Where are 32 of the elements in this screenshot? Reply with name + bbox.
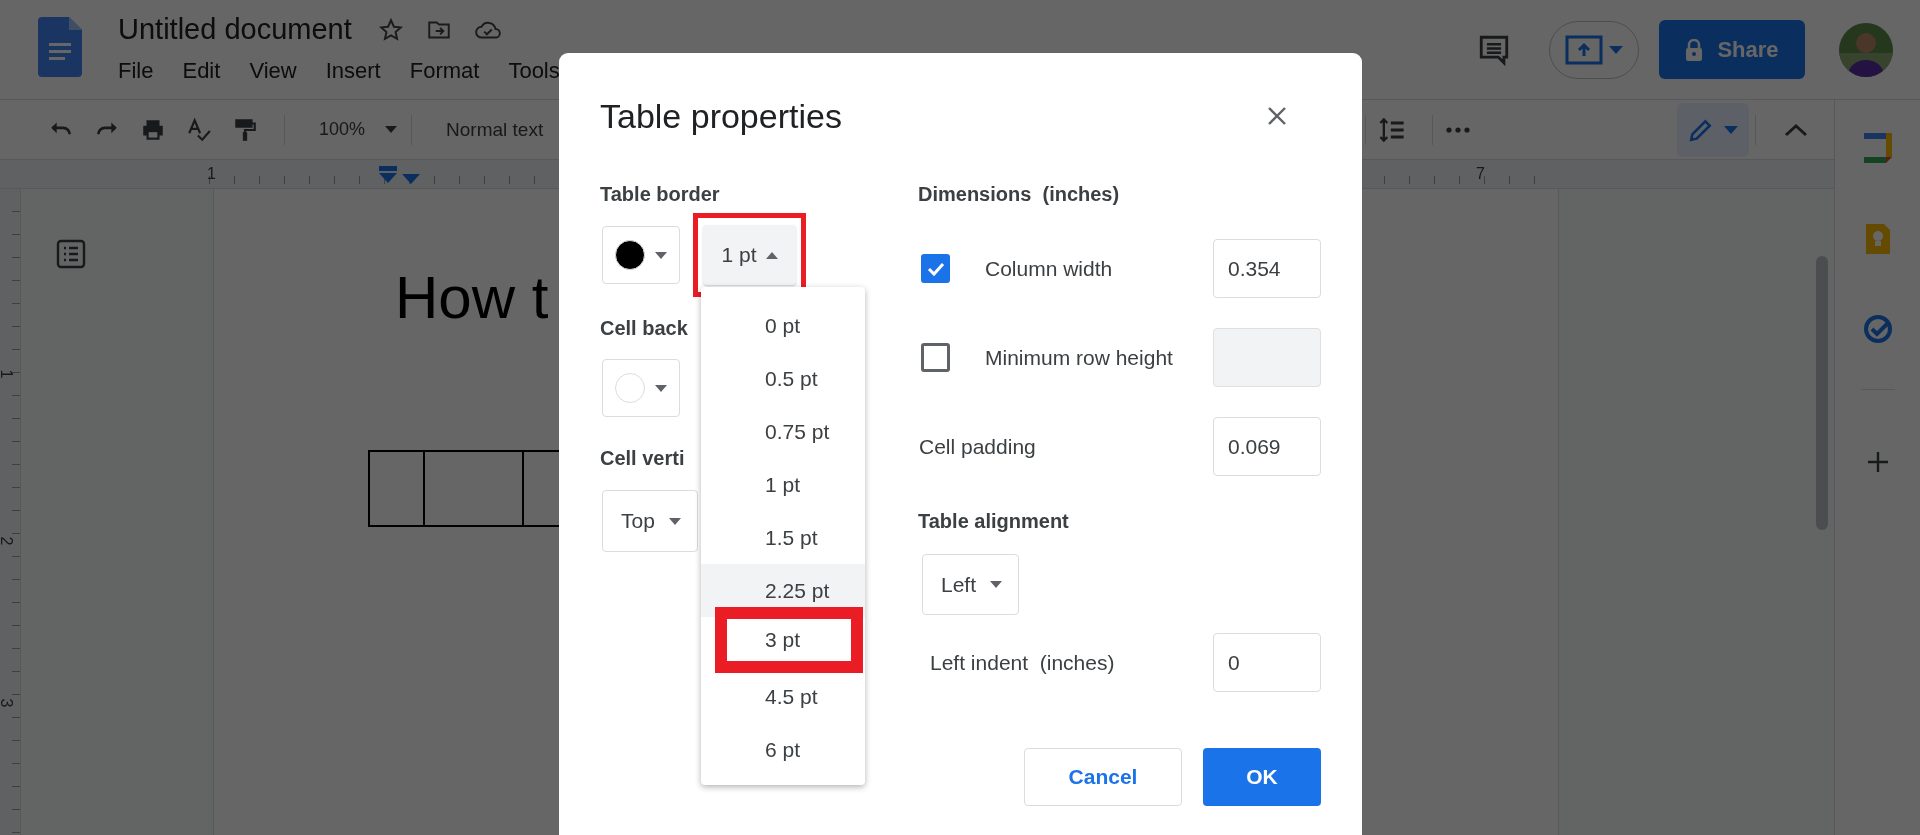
ok-button[interactable]: OK [1203, 748, 1321, 806]
field-label: Column width [985, 256, 1114, 281]
ruler-label: 3 [0, 698, 16, 708]
menu-option[interactable]: 0.5 pt [701, 352, 865, 405]
alignment-dropdown[interactable]: Left [922, 554, 1020, 615]
section-label: Cell verti [600, 447, 685, 469]
cancel-button[interactable]: Cancel [1024, 748, 1182, 806]
menu-option[interactable]: 1.5 pt [701, 511, 865, 564]
field-label: Cell padding [919, 434, 1037, 459]
menu-option[interactable]: 0.75 pt [701, 405, 865, 458]
menu-option[interactable]: 4.5 pt [701, 670, 865, 723]
menu-option[interactable]: 1 pt [701, 458, 865, 511]
ruler-label: 7 [1476, 164, 1485, 184]
ruler-label: 2 [0, 536, 16, 546]
field-label: Minimum row height [985, 345, 1174, 370]
input-field[interactable]: 0.069 [1213, 417, 1321, 476]
input-field[interactable]: 0.354 [1213, 239, 1321, 298]
border-width-dropdown[interactable]: 1 pt [703, 225, 796, 285]
menu-option[interactable]: 0 pt [701, 299, 865, 352]
input-field[interactable]: 0 [1213, 633, 1321, 692]
ruler-label: 1 [0, 369, 16, 379]
menu-option[interactable]: 6 pt [701, 723, 865, 776]
section-label: Table border [600, 183, 720, 205]
dialog-title: Table properties [600, 96, 842, 137]
vertical-align-dropdown[interactable]: Top [602, 490, 698, 552]
ruler-label: 1 [207, 164, 216, 184]
section-label: Dimensions (inches) [918, 183, 1120, 205]
document-heading: How t [395, 263, 549, 333]
section-label: Cell back [600, 317, 688, 339]
field-label: Left indent (inches) [930, 650, 1116, 675]
section-label: Table alignment [918, 510, 1069, 532]
menu-option[interactable]: 3 pt [715, 607, 863, 673]
